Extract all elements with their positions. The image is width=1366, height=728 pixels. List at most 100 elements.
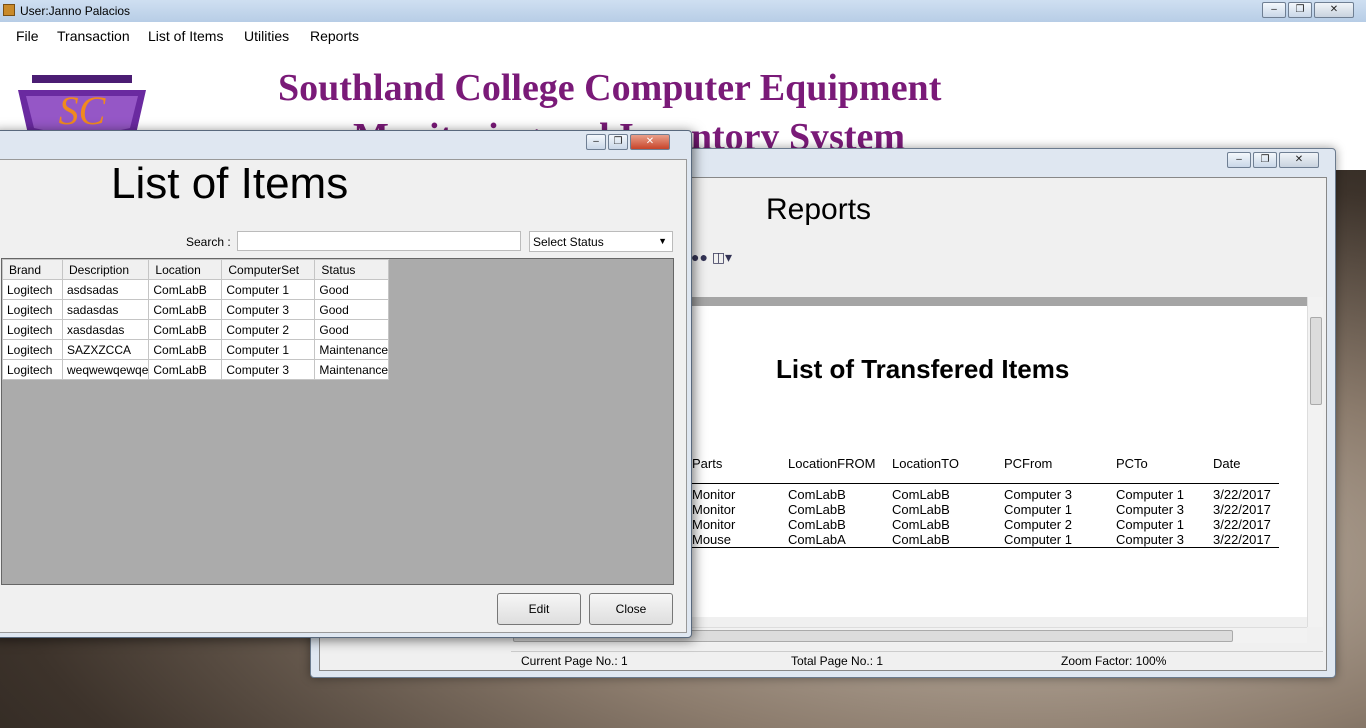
report-cell: ComLabB bbox=[892, 517, 950, 532]
report-cell: Computer 1 bbox=[1004, 532, 1072, 547]
report-cell: Computer 3 bbox=[1004, 487, 1072, 502]
report-toolbar: ●● ◫▾ bbox=[691, 249, 732, 266]
report-cell: 3/22/2017 bbox=[1213, 532, 1271, 547]
main-window-titlebar[interactable]: User:Janno Palacios – ❐ ✕ bbox=[0, 0, 1366, 22]
menu-list-of-items[interactable]: List of Items bbox=[148, 28, 223, 44]
table-cell[interactable]: ComLabB bbox=[148, 339, 223, 360]
reports-close-button[interactable]: ✕ bbox=[1279, 152, 1319, 168]
table-cell[interactable]: Computer 2 bbox=[221, 319, 316, 340]
table-cell[interactable]: ComLabB bbox=[148, 319, 223, 340]
table-cell[interactable]: asdsadas bbox=[61, 279, 150, 300]
main-window-title: User:Janno Palacios bbox=[20, 4, 131, 18]
report-cell: 3/22/2017 bbox=[1213, 487, 1271, 502]
report-cell: 3/22/2017 bbox=[1213, 517, 1271, 532]
items-caption-buttons: – ❐ ✕ bbox=[586, 134, 670, 150]
list-of-items-window: – ❐ ✕ List of Items Search : Select Stat… bbox=[0, 130, 692, 638]
search-input[interactable] bbox=[237, 231, 521, 251]
report-vertical-scrollbar[interactable] bbox=[1307, 297, 1323, 627]
search-label: Search : bbox=[186, 235, 231, 249]
table-cell[interactable]: ComLabB bbox=[148, 299, 223, 320]
table-cell[interactable]: ComLabB bbox=[148, 359, 223, 380]
table-cell[interactable]: Logitech bbox=[2, 359, 63, 380]
report-cell: Computer 3 bbox=[1116, 502, 1184, 517]
chevron-down-icon: ▼ bbox=[658, 236, 667, 246]
items-grid: Brand Description Location ComputerSet S… bbox=[1, 258, 674, 585]
report-col-location-to: LocationTO bbox=[892, 456, 959, 471]
menu-file[interactable]: File bbox=[16, 28, 39, 44]
report-cell: Monitor bbox=[692, 487, 736, 502]
menu-transaction[interactable]: Transaction bbox=[57, 28, 130, 44]
report-cell: 3/22/2017 bbox=[1213, 502, 1271, 517]
table-cell[interactable]: weqwewqewqe bbox=[61, 359, 150, 380]
report-vscroll-thumb[interactable] bbox=[1310, 317, 1322, 405]
items-title: List of Items bbox=[111, 159, 349, 208]
table-cell[interactable]: Logitech bbox=[2, 319, 63, 340]
main-caption-buttons: – ❐ ✕ bbox=[1262, 2, 1354, 18]
items-close-button[interactable]: ✕ bbox=[630, 134, 670, 150]
report-col-date: Date bbox=[1213, 456, 1241, 471]
items-maximize-button[interactable]: ❐ bbox=[608, 134, 628, 150]
reports-caption-buttons: – ❐ ✕ bbox=[1227, 152, 1319, 168]
table-cell[interactable]: Computer 3 bbox=[221, 299, 316, 320]
col-computer-set[interactable]: ComputerSet bbox=[221, 259, 316, 280]
edit-button[interactable]: Edit bbox=[497, 593, 581, 625]
report-cell: Computer 2 bbox=[1004, 517, 1072, 532]
report-cell: Computer 3 bbox=[1116, 532, 1184, 547]
table-cell[interactable]: Computer 1 bbox=[221, 339, 316, 360]
report-col-pc-from: PCFrom bbox=[1004, 456, 1053, 471]
col-status[interactable]: Status bbox=[314, 259, 390, 280]
report-cell: ComLabB bbox=[892, 532, 950, 547]
items-minimize-button[interactable]: – bbox=[586, 134, 606, 150]
menu-utilities[interactable]: Utilities bbox=[244, 28, 289, 44]
close-items-button[interactable]: Close bbox=[589, 593, 673, 625]
status-select[interactable]: Select Status ▼ bbox=[529, 231, 673, 252]
table-cell[interactable]: Maintenance bbox=[314, 359, 390, 380]
report-cell: Computer 1 bbox=[1116, 517, 1184, 532]
table-cell[interactable]: Good bbox=[314, 299, 390, 320]
menu-reports[interactable]: Reports bbox=[310, 28, 359, 44]
report-cell: ComLabA bbox=[788, 532, 846, 547]
table-cell[interactable]: Logitech bbox=[2, 299, 63, 320]
close-button[interactable]: ✕ bbox=[1314, 2, 1354, 18]
maximize-button[interactable]: ❐ bbox=[1288, 2, 1312, 18]
table-cell[interactable]: Good bbox=[314, 319, 390, 340]
table-cell[interactable]: ComLabB bbox=[148, 279, 223, 300]
app-icon bbox=[3, 4, 15, 16]
table-cell[interactable]: Good bbox=[314, 279, 390, 300]
table-row[interactable]: Logitech xasdasdas ComLabB Computer 2 Good bbox=[2, 319, 390, 340]
menu-bar: File Transaction List of Items Utilities… bbox=[0, 22, 1366, 50]
items-table: Brand Description Location ComputerSet S… bbox=[2, 259, 390, 380]
current-page-status: Current Page No.: 1 bbox=[521, 654, 628, 668]
table-cell[interactable]: Computer 3 bbox=[221, 359, 316, 380]
col-location[interactable]: Location bbox=[148, 259, 223, 280]
zoom-icon[interactable]: ◫▾ bbox=[712, 249, 732, 265]
items-table-body: Logitech asdsadas ComLabB Computer 1 Good Log… bbox=[2, 279, 390, 380]
report-cell: Monitor bbox=[692, 517, 736, 532]
table-row[interactable]: Logitech sadasdas ComLabB Computer 3 Good bbox=[2, 299, 390, 320]
table-cell[interactable]: Logitech bbox=[2, 279, 63, 300]
table-cell[interactable]: Computer 1 bbox=[221, 279, 316, 300]
table-cell[interactable]: sadasdas bbox=[61, 299, 150, 320]
report-col-parts: Parts bbox=[692, 456, 723, 471]
table-row[interactable]: Logitech asdsadas ComLabB Computer 1 Good bbox=[2, 279, 390, 300]
report-cell: ComLabB bbox=[892, 502, 950, 517]
table-cell[interactable]: SAZXZCCA bbox=[61, 339, 150, 360]
report-col-pc-to: PCTo bbox=[1116, 456, 1148, 471]
table-row[interactable]: Logitech SAZXZCCA ComLabB Computer 1 Mainten… bbox=[2, 339, 390, 360]
report-cell: ComLabB bbox=[892, 487, 950, 502]
col-brand[interactable]: Brand bbox=[2, 259, 63, 280]
reports-maximize-button[interactable]: ❐ bbox=[1253, 152, 1277, 168]
reports-minimize-button[interactable]: – bbox=[1227, 152, 1251, 168]
find-icon[interactable]: ●● bbox=[691, 249, 708, 265]
table-cell[interactable]: Maintenance bbox=[314, 339, 390, 360]
col-description[interactable]: Description bbox=[61, 259, 150, 280]
minimize-button[interactable]: – bbox=[1262, 2, 1286, 18]
status-select-value: Select Status bbox=[533, 235, 604, 249]
table-cell[interactable]: xasdasdas bbox=[61, 319, 150, 340]
table-row[interactable]: Logitech weqwewqewqe ComLabB Computer 3 Main… bbox=[2, 359, 390, 380]
report-heading: List of Transfered Items bbox=[776, 354, 1070, 384]
table-cell[interactable]: Logitech bbox=[2, 339, 63, 360]
reports-title: Reports bbox=[766, 193, 872, 226]
report-header-rule bbox=[683, 483, 1279, 484]
report-cell: ComLabB bbox=[788, 487, 846, 502]
